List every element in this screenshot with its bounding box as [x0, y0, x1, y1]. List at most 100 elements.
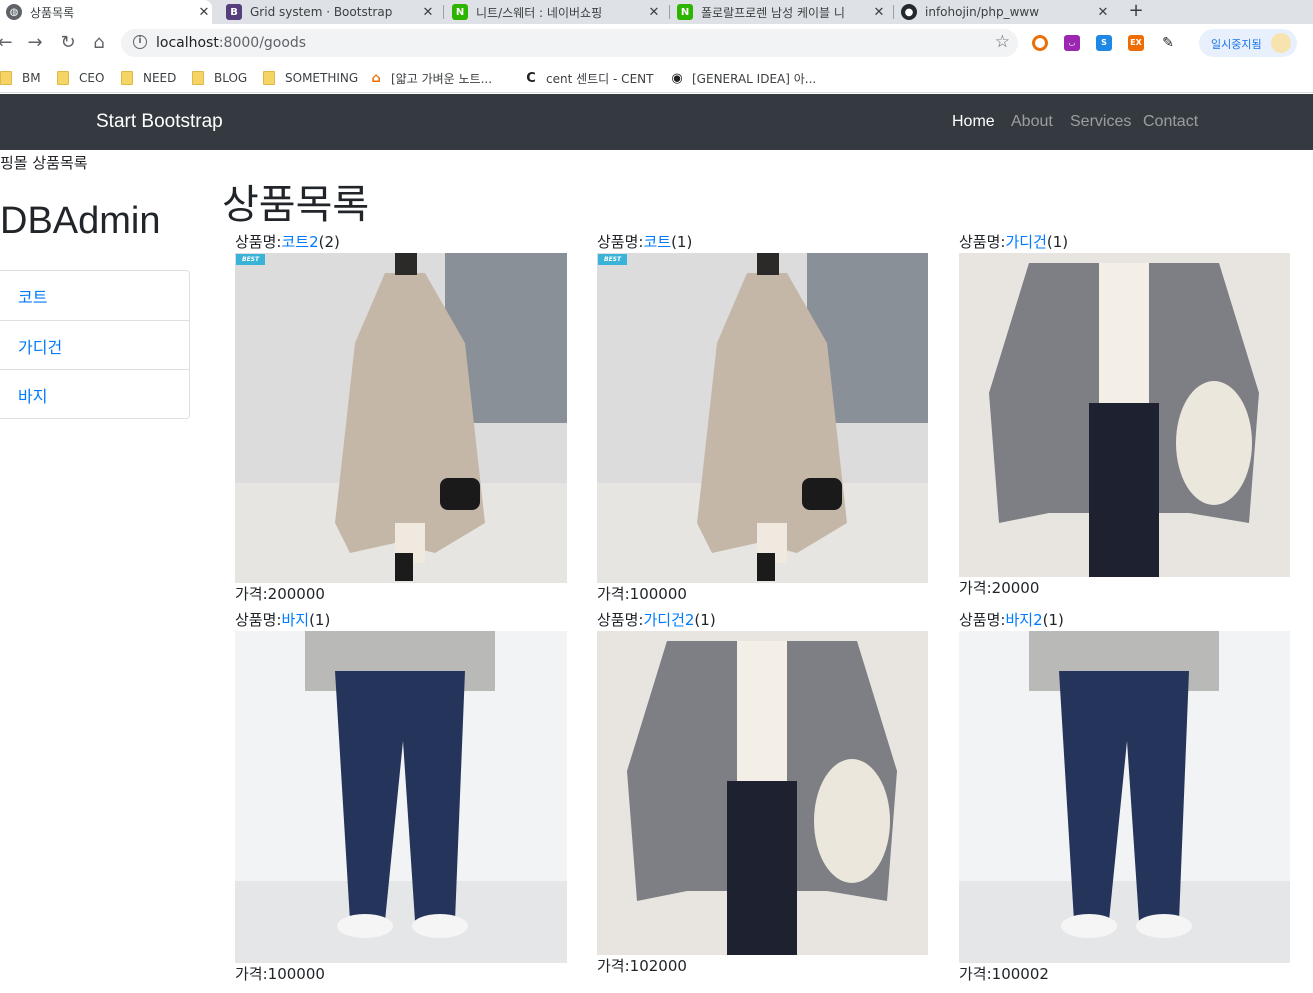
product-image[interactable]	[959, 253, 1290, 577]
browser-tab[interactable]: ● infohojin/php_www ✕	[901, 0, 1111, 24]
product-card: 상품명:가디건2(1) 가격:102000	[597, 609, 928, 977]
bookmark-link[interactable]: ⌂ [얇고 가벼운 노트...	[369, 68, 492, 88]
category-cardigan[interactable]: 가디건	[0, 320, 189, 369]
product-image[interactable]	[597, 631, 928, 955]
browser-tab[interactable]: N 폴로랄프로렌 남성 케이블 니 ✕	[677, 0, 887, 24]
price-label: 가격:	[235, 585, 268, 603]
url-path: :8000/goods	[218, 35, 307, 51]
product-card: 상품명:코트2(2) BEST 가격:200000	[235, 231, 567, 605]
product-image[interactable]	[235, 631, 567, 963]
sidebar-title: DBAdmin	[0, 200, 161, 242]
product-card: 상품명:가디건(1) 가격:20000	[959, 231, 1290, 599]
product-image[interactable]	[959, 631, 1290, 963]
product-card: 상품명:코트(1) BEST 가격:100000	[597, 231, 928, 605]
tab-title: 폴로랄프로렌 남성 케이블 니	[701, 5, 845, 20]
product-name-row: 상품명:코트(1)	[597, 231, 928, 253]
extension-ex-icon[interactable]: EX	[1128, 35, 1144, 51]
browser-tab[interactable]: N 니트/스웨터 : 네이버쇼핑 ✕	[452, 0, 662, 24]
close-icon[interactable]: ✕	[871, 5, 887, 20]
product-name-link[interactable]: 코트2	[281, 233, 318, 251]
product-price: 가격:200000	[235, 583, 567, 605]
bookmark-label: BM	[22, 71, 41, 85]
product-name-link[interactable]: 가디건	[1005, 233, 1046, 251]
profile-status: 일시중지됨	[1211, 38, 1262, 51]
extension-s-icon[interactable]: S	[1096, 35, 1112, 51]
category-coat[interactable]: 코트	[0, 271, 189, 320]
product-name-link[interactable]: 바지2	[1005, 611, 1042, 629]
nav-home[interactable]: Home	[952, 113, 995, 131]
product-name-link[interactable]: 가디건2	[643, 611, 694, 629]
bookmark-label: [얇고 가벼운 노트...	[391, 71, 493, 86]
tab-title: 상품목록	[30, 5, 75, 20]
category-pants[interactable]: 바지	[0, 369, 189, 418]
product-card: 상품명:바지2(1) 가격:100002	[959, 609, 1290, 985]
back-arrow-icon[interactable]: ←	[0, 32, 16, 54]
browser-tab[interactable]: B Grid system · Bootstrap ✕	[226, 0, 436, 24]
product-price: 가격:100002	[959, 963, 1290, 985]
bookmark-folder[interactable]: BM	[0, 68, 41, 88]
tab-title: infohojin/php_www	[925, 5, 1040, 19]
forward-arrow-icon[interactable]: →	[24, 32, 46, 54]
price-value: 200000	[267, 585, 325, 603]
extension-record-icon[interactable]	[1032, 35, 1048, 51]
price-label: 가격:	[597, 957, 630, 975]
naver-shopping-icon: N	[452, 4, 468, 20]
product-count: (2)	[318, 233, 340, 251]
close-icon[interactable]: ✕	[196, 5, 212, 20]
product-name-row: 상품명:바지2(1)	[959, 609, 1290, 631]
pants-image	[959, 631, 1290, 963]
general-idea-icon: ◉	[671, 70, 683, 86]
product-name-link[interactable]: 코트	[643, 233, 671, 251]
tab-title: 니트/스웨터 : 네이버쇼핑	[476, 5, 603, 20]
folder-icon	[121, 71, 133, 85]
nav-services[interactable]: Services	[1070, 113, 1131, 131]
nav-contact[interactable]: Contact	[1143, 113, 1198, 131]
coat-image	[597, 253, 928, 583]
home-icon[interactable]: ⌂	[88, 32, 110, 54]
bookmark-label: BLOG	[214, 71, 248, 85]
close-icon[interactable]: ✕	[646, 5, 662, 20]
eyedropper-icon[interactable]: ✎	[1160, 35, 1176, 51]
price-label: 가격:	[235, 965, 268, 983]
tab-separator	[443, 5, 444, 19]
bookmark-star-icon[interactable]: ☆	[995, 32, 1010, 52]
bookmark-label: [GENERAL IDEA] 아...	[692, 71, 817, 86]
product-name-link[interactable]: 바지	[281, 611, 309, 629]
browser-toolbar: ← → ↻ ⌂ i localhost:8000/goods ☆ ◡ S EX …	[0, 24, 1313, 62]
product-image[interactable]: BEST	[235, 253, 567, 583]
profile-button[interactable]: 일시중지됨	[1199, 29, 1297, 57]
naver-shopping-icon: N	[677, 4, 693, 20]
bookmark-link[interactable]: ◉ [GENERAL IDEA] 아...	[670, 68, 816, 88]
bookmark-label: NEED	[143, 71, 177, 85]
address-bar[interactable]: i localhost:8000/goods ☆	[121, 29, 1018, 57]
bookmark-folder[interactable]: NEED	[121, 68, 176, 88]
product-count: (1)	[1042, 611, 1064, 629]
url-text[interactable]: localhost:8000/goods	[156, 35, 306, 51]
bookmark-folder[interactable]: CEO	[57, 68, 104, 88]
navbar-brand[interactable]: Start Bootstrap	[96, 111, 223, 133]
folder-icon	[192, 71, 204, 85]
cent-icon: C	[526, 70, 536, 86]
close-icon[interactable]: ✕	[1095, 5, 1111, 20]
bootstrap-icon: B	[226, 4, 242, 20]
price-value: 100000	[629, 585, 687, 603]
bookmark-link[interactable]: Ccent 센트디 - CENT	[524, 68, 653, 88]
name-label: 상품명:	[235, 233, 282, 251]
product-price: 가격:102000	[597, 955, 928, 977]
extension-face-icon[interactable]: ◡	[1064, 35, 1080, 51]
close-icon[interactable]: ✕	[420, 5, 436, 20]
bookmark-folder[interactable]: BLOG	[192, 68, 247, 88]
tab-separator	[893, 5, 894, 19]
name-label: 상품명:	[235, 611, 282, 629]
info-icon[interactable]: i	[133, 35, 147, 49]
name-label: 상품명:	[597, 233, 644, 251]
coat-image	[235, 253, 567, 583]
bookmark-folder[interactable]: SOMETHING	[263, 68, 358, 88]
browser-tab-active[interactable]: ◍ 상품목록 ✕	[0, 0, 212, 24]
price-value: 20000	[991, 579, 1040, 597]
reload-icon[interactable]: ↻	[57, 32, 79, 54]
product-image[interactable]: BEST	[597, 253, 928, 583]
new-tab-button[interactable]: +	[1126, 0, 1146, 24]
breadcrumb: 핑몰 상품목록	[0, 154, 88, 172]
nav-about[interactable]: About	[1011, 113, 1053, 131]
